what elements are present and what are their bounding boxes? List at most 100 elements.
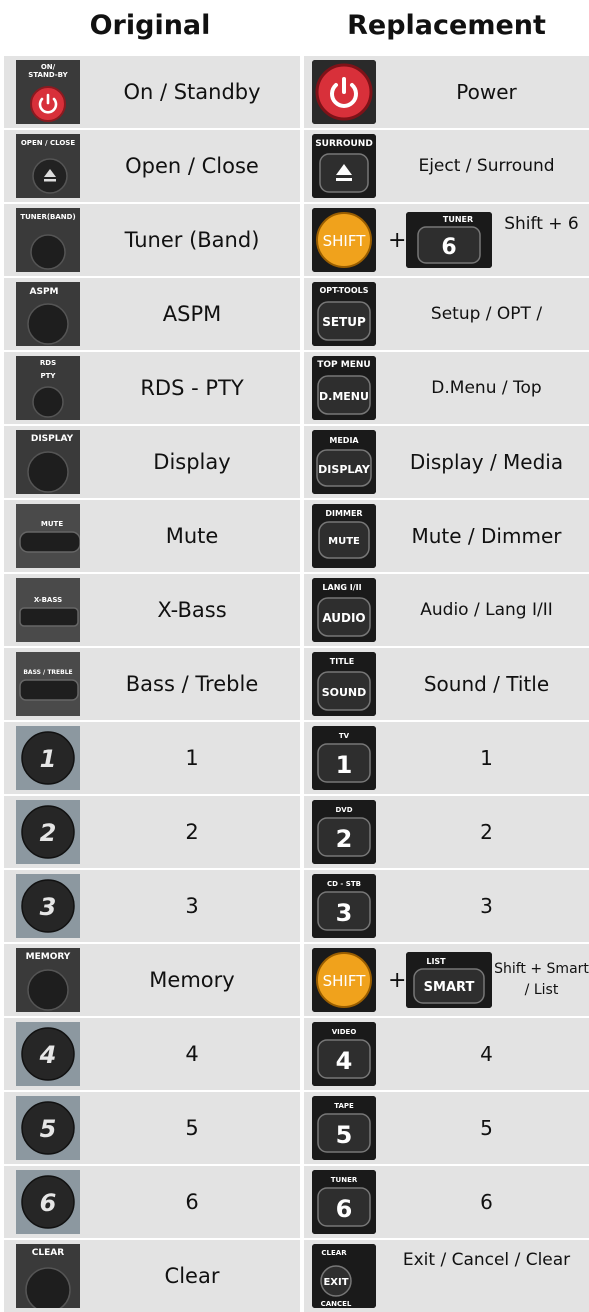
number-4-button-icon: 4 xyxy=(16,1022,80,1086)
button-caption: ASPM xyxy=(30,287,59,297)
replacement-cell: MEDIA DISPLAY Display / Media xyxy=(304,426,589,498)
table-row: ON/ STAND-BY On / Standby Power xyxy=(0,56,589,128)
number-1-button-icon: 1 xyxy=(16,726,80,790)
table-row: 2 2 DVD 2 2 xyxy=(0,796,589,868)
replacement-cell: OPT-TOOLS SETUP Setup / OPT / xyxy=(304,278,589,350)
replacement-label: Sound / Title xyxy=(423,672,550,696)
number-3-button-icon: 3 xyxy=(16,874,80,938)
flat-button-icon: BASS / TREBLE xyxy=(16,652,80,716)
original-cell: 4 4 xyxy=(4,1018,300,1090)
number-5-button-icon: TAPE 5 xyxy=(312,1096,376,1160)
replacement-cell: LANG I/II AUDIO Audio / Lang I/II xyxy=(304,574,589,646)
replacement-label: 4 xyxy=(480,1042,493,1066)
setup-button-icon: OPT-TOOLS SETUP xyxy=(312,282,376,346)
button-key-label: 6 xyxy=(40,1189,57,1217)
replacement-cell: SHIFT + TUNER 6 Shift + 6 xyxy=(304,204,589,276)
original-cell: MEMORY Memory xyxy=(4,944,300,1016)
button-caption: RDS xyxy=(40,359,56,367)
original-cell: RDS PTY RDS - PTY xyxy=(4,352,300,424)
button-key-label: 3 xyxy=(336,899,353,927)
button-key-label: 1 xyxy=(336,751,353,779)
round-button-icon: ASPM xyxy=(16,282,80,346)
shift-button-icon: SHIFT xyxy=(312,948,376,1012)
button-key-label: SETUP xyxy=(322,315,366,329)
replacement-cell: CLEAR EXIT CANCEL Exit / Cancel / Clear xyxy=(304,1240,589,1312)
button-caption: SURROUND xyxy=(315,139,373,149)
button-key-label: SHIFT xyxy=(323,232,367,250)
sound-button-icon: TITLE SOUND xyxy=(312,652,376,716)
original-cell: X-BASS X-Bass xyxy=(4,574,300,646)
button-caption: STAND-BY xyxy=(28,71,68,79)
table-row: CLEAR Clear CLEAR EXIT CANCEL Exit / Can… xyxy=(0,1240,589,1312)
smart-button-icon: LIST SMART xyxy=(406,952,492,1008)
button-caption: TOP MENU xyxy=(317,360,370,370)
original-label: On / Standby xyxy=(123,80,261,104)
button-caption: MEMORY xyxy=(26,952,71,962)
power-button-icon xyxy=(312,60,376,124)
original-cell: DISPLAY Display xyxy=(4,426,300,498)
button-caption: DISPLAY xyxy=(31,434,74,444)
number-4-button-icon: VIDEO 4 xyxy=(312,1022,376,1086)
round-button-icon: DISPLAY xyxy=(16,430,80,494)
table-row: OPEN / CLOSE Open / Close SURROUND Eject… xyxy=(0,130,589,202)
replacement-label: Audio / Lang I/II xyxy=(420,600,553,620)
replacement-label: Power xyxy=(456,80,517,104)
button-key-label: DISPLAY xyxy=(318,463,371,476)
button-caption: DVD xyxy=(335,806,352,814)
button-caption: ON/ xyxy=(41,63,56,71)
button-key-label: EXIT xyxy=(323,1277,348,1288)
replacement-cell: TV 1 1 xyxy=(304,722,589,794)
number-6-button-icon: 6 xyxy=(16,1170,80,1234)
replacement-label: Exit / Cancel / Clear xyxy=(402,1250,571,1270)
number-6-button-icon: TUNER 6 xyxy=(312,1170,376,1234)
replacement-label: 1 xyxy=(480,746,493,770)
replacement-label: D.Menu / Top xyxy=(431,378,542,398)
button-key-label: 6 xyxy=(336,1195,353,1223)
plus-sign: + xyxy=(388,967,407,993)
replacement-label: Shift + 6 xyxy=(504,214,579,234)
button-caption: X-BASS xyxy=(34,596,62,604)
replacement-label: 2 xyxy=(480,820,493,844)
button-caption: PTY xyxy=(41,372,57,380)
column-header-original: Original xyxy=(89,9,211,41)
round-button-icon: MEMORY xyxy=(16,948,80,1012)
button-caption: TITLE xyxy=(330,657,354,666)
original-label: 6 xyxy=(185,1190,199,1214)
button-key-label: 2 xyxy=(40,819,57,847)
table-row: DISPLAY Display MEDIA DISPLAY Display / … xyxy=(0,426,589,498)
replacement-cell: SURROUND Eject / Surround xyxy=(304,130,589,202)
original-cell: OPEN / CLOSE Open / Close xyxy=(4,130,300,202)
original-label: 5 xyxy=(185,1116,199,1140)
button-key-label: 6 xyxy=(441,235,456,260)
button-key-label: MUTE xyxy=(328,536,360,547)
original-label: 3 xyxy=(185,894,199,918)
replacement-cell: TAPE 5 5 xyxy=(304,1092,589,1164)
button-key-label: 2 xyxy=(336,825,353,853)
original-label: Mute xyxy=(165,524,219,548)
replacement-cell: Power xyxy=(304,56,589,128)
audio-button-icon: LANG I/II AUDIO xyxy=(312,578,376,642)
replacement-label: Display / Media xyxy=(409,450,564,474)
table-row: 4 4 VIDEO 4 4 xyxy=(0,1018,589,1090)
button-key-label: SMART xyxy=(424,980,475,995)
button-caption: BASS / TREBLE xyxy=(23,669,72,676)
button-caption: TV xyxy=(339,732,350,740)
table-row: RDS PTY RDS - PTY TOP MENU D.MENU D.Menu… xyxy=(0,352,589,424)
button-key-label: SHIFT xyxy=(323,972,367,990)
table-row: 3 3 CD - STB 3 3 xyxy=(0,870,589,942)
replacement-cell: DIMMER MUTE Mute / Dimmer xyxy=(304,500,589,572)
shift-button-icon: SHIFT xyxy=(312,208,376,272)
replacement-cell: SHIFT + LIST SMART Shift + Smart / List xyxy=(304,944,589,1016)
original-cell: 3 3 xyxy=(4,870,300,942)
table-row: X-BASS X-Bass LANG I/II AUDIO Audio / La… xyxy=(0,574,589,646)
button-caption: TUNER(BAND) xyxy=(20,213,75,221)
original-cell: 2 2 xyxy=(4,796,300,868)
replacement-label: 5 xyxy=(480,1116,493,1140)
original-label: 4 xyxy=(185,1042,199,1066)
button-caption: MUTE xyxy=(41,520,63,528)
original-label: 1 xyxy=(185,746,199,770)
button-caption: CLEAR xyxy=(32,1248,64,1258)
dmenu-button-icon: TOP MENU D.MENU xyxy=(312,356,376,420)
flat-button-icon: X-BASS xyxy=(16,578,80,642)
number-5-button-icon: 5 xyxy=(16,1096,80,1160)
